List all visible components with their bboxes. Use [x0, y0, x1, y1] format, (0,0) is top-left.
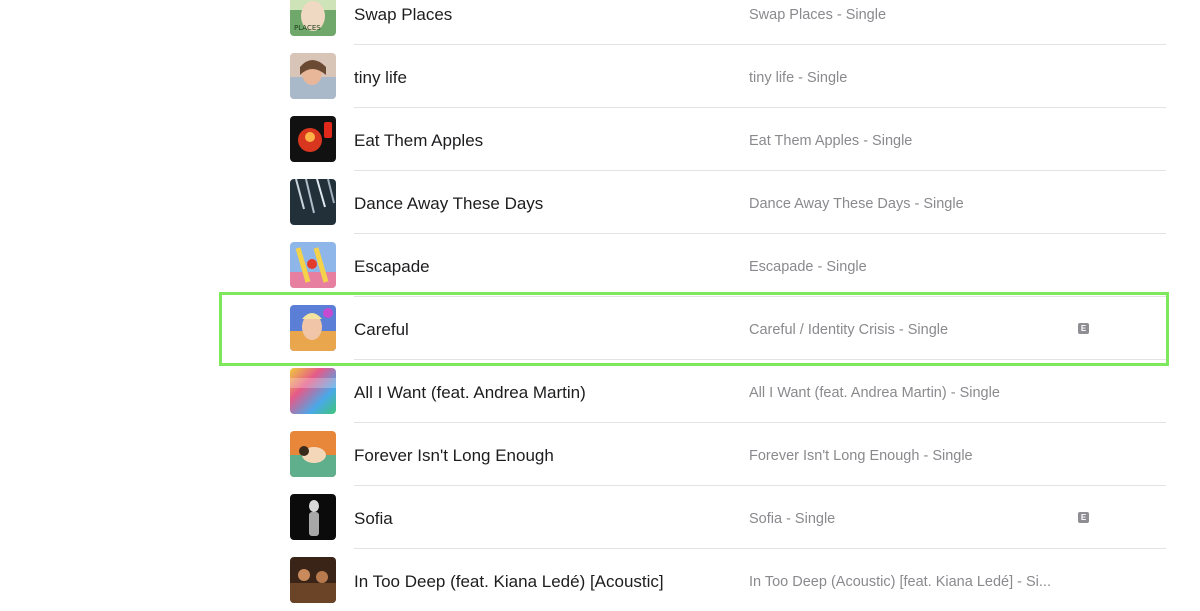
track-title: Swap Places: [354, 5, 453, 24]
track-album[interactable]: In Too Deep (Acoustic) [feat. Kiana Ledé…: [749, 574, 1051, 590]
track-album[interactable]: Forever Isn't Long Enough - Single: [749, 448, 973, 464]
track-album[interactable]: Careful / Identity Crisis - Single: [749, 322, 948, 338]
track-row[interactable]: In Too Deep (feat. Kiana Ledé) [Acoustic…: [0, 549, 1200, 611]
album-art[interactable]: [290, 179, 336, 225]
track-row[interactable]: tiny life tiny life - Single: [0, 45, 1200, 108]
track-title: Dance Away These Days: [354, 194, 544, 213]
album-art[interactable]: [290, 53, 336, 99]
track-album[interactable]: Swap Places - Single: [749, 7, 886, 23]
track-row[interactable]: All I Want (feat. Andrea Martin) All I W…: [0, 360, 1200, 423]
explicit-badge: E: [1078, 323, 1089, 334]
track-album[interactable]: Escapade - Single: [749, 259, 867, 275]
explicit-badge: E: [1078, 512, 1089, 523]
track-row[interactable]: Sofia Sofia - Single E: [0, 486, 1200, 549]
album-art[interactable]: [290, 242, 336, 288]
track-title: All I Want (feat. Andrea Martin): [354, 383, 586, 402]
album-art[interactable]: [290, 431, 336, 477]
track-row[interactable]: PLACES Swap Places Swap Places - Single: [0, 0, 1200, 45]
track-title: tiny life: [354, 68, 407, 87]
track-album[interactable]: tiny life - Single: [749, 70, 847, 86]
track-title: Escapade: [354, 257, 430, 276]
track-row[interactable]: Dance Away These Days Dance Away These D…: [0, 171, 1200, 234]
track-row[interactable]: Forever Isn't Long Enough Forever Isn't …: [0, 423, 1200, 486]
track-album[interactable]: Dance Away These Days - Single: [749, 196, 964, 212]
track-row[interactable]: Escapade Escapade - Single: [0, 234, 1200, 297]
album-art[interactable]: [290, 368, 336, 414]
track-title: Sofia: [354, 509, 393, 528]
album-art[interactable]: [290, 305, 336, 351]
album-art[interactable]: [290, 494, 336, 540]
track-album[interactable]: Eat Them Apples - Single: [749, 133, 912, 149]
track-title: Eat Them Apples: [354, 131, 484, 150]
album-art[interactable]: [290, 116, 336, 162]
album-art[interactable]: PLACES: [290, 0, 336, 36]
track-row[interactable]: Eat Them Apples Eat Them Apples - Single: [0, 108, 1200, 171]
svg-text:PLACES: PLACES: [294, 24, 321, 32]
track-title: Careful: [354, 320, 409, 339]
track-title: In Too Deep (feat. Kiana Ledé) [Acoustic…: [354, 572, 664, 591]
album-art[interactable]: [290, 557, 336, 603]
track-album[interactable]: All I Want (feat. Andrea Martin) - Singl…: [749, 385, 1000, 401]
track-row-selected[interactable]: Careful Careful / Identity Crisis - Sing…: [0, 297, 1200, 360]
track-list: PLACES Swap Places Swap Places - Single …: [0, 0, 1200, 611]
track-album[interactable]: Sofia - Single: [749, 511, 835, 527]
track-title: Forever Isn't Long Enough: [354, 446, 554, 465]
